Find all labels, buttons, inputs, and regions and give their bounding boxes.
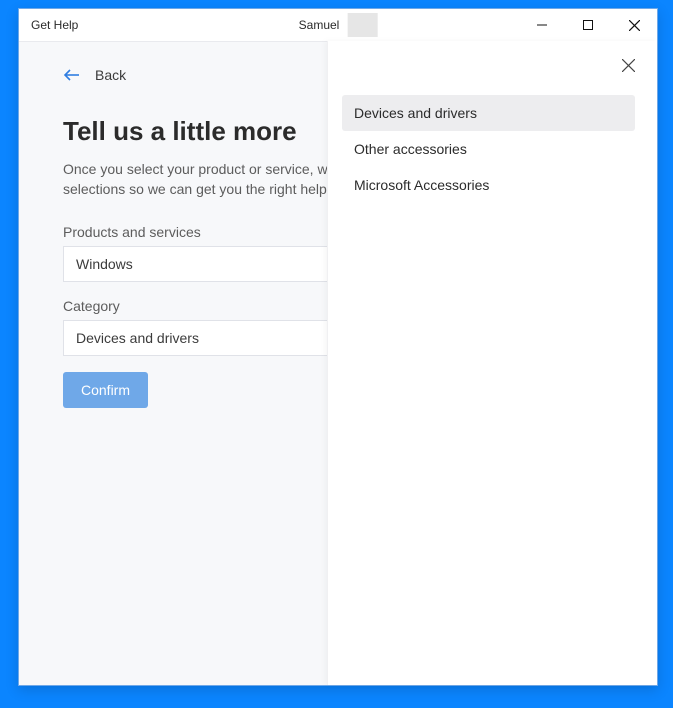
titlebar: Get Help Samuel bbox=[19, 9, 657, 41]
window-controls bbox=[519, 9, 657, 41]
products-value: Windows bbox=[76, 256, 133, 272]
close-icon bbox=[622, 59, 635, 72]
category-panel: Devices and drivers Other accessories Mi… bbox=[327, 41, 657, 685]
category-option-other-accessories[interactable]: Other accessories bbox=[342, 131, 635, 167]
category-option-label: Devices and drivers bbox=[354, 105, 477, 121]
category-option-label: Microsoft Accessories bbox=[354, 177, 489, 193]
minimize-icon bbox=[537, 20, 547, 30]
avatar bbox=[347, 13, 377, 37]
app-title: Get Help bbox=[31, 18, 78, 32]
category-option-label: Other accessories bbox=[354, 141, 467, 157]
get-help-window: Get Help Samuel bbox=[18, 8, 658, 686]
category-option-microsoft-accessories[interactable]: Microsoft Accessories bbox=[342, 167, 635, 203]
confirm-button[interactable]: Confirm bbox=[63, 372, 148, 408]
maximize-button[interactable] bbox=[565, 9, 611, 41]
user-name: Samuel bbox=[299, 18, 340, 32]
category-list: Devices and drivers Other accessories Mi… bbox=[342, 95, 635, 203]
maximize-icon bbox=[583, 20, 593, 30]
confirm-label: Confirm bbox=[81, 382, 130, 398]
back-label: Back bbox=[95, 67, 126, 83]
category-option-devices-and-drivers[interactable]: Devices and drivers bbox=[342, 95, 635, 131]
close-button[interactable] bbox=[611, 9, 657, 41]
close-icon bbox=[629, 20, 640, 31]
back-arrow-icon bbox=[63, 68, 81, 82]
panel-close-button[interactable] bbox=[622, 59, 635, 77]
user-name-region: Samuel bbox=[299, 13, 378, 37]
minimize-button[interactable] bbox=[519, 9, 565, 41]
category-value: Devices and drivers bbox=[76, 330, 199, 346]
desktop-background: Get Help Samuel bbox=[0, 0, 673, 708]
